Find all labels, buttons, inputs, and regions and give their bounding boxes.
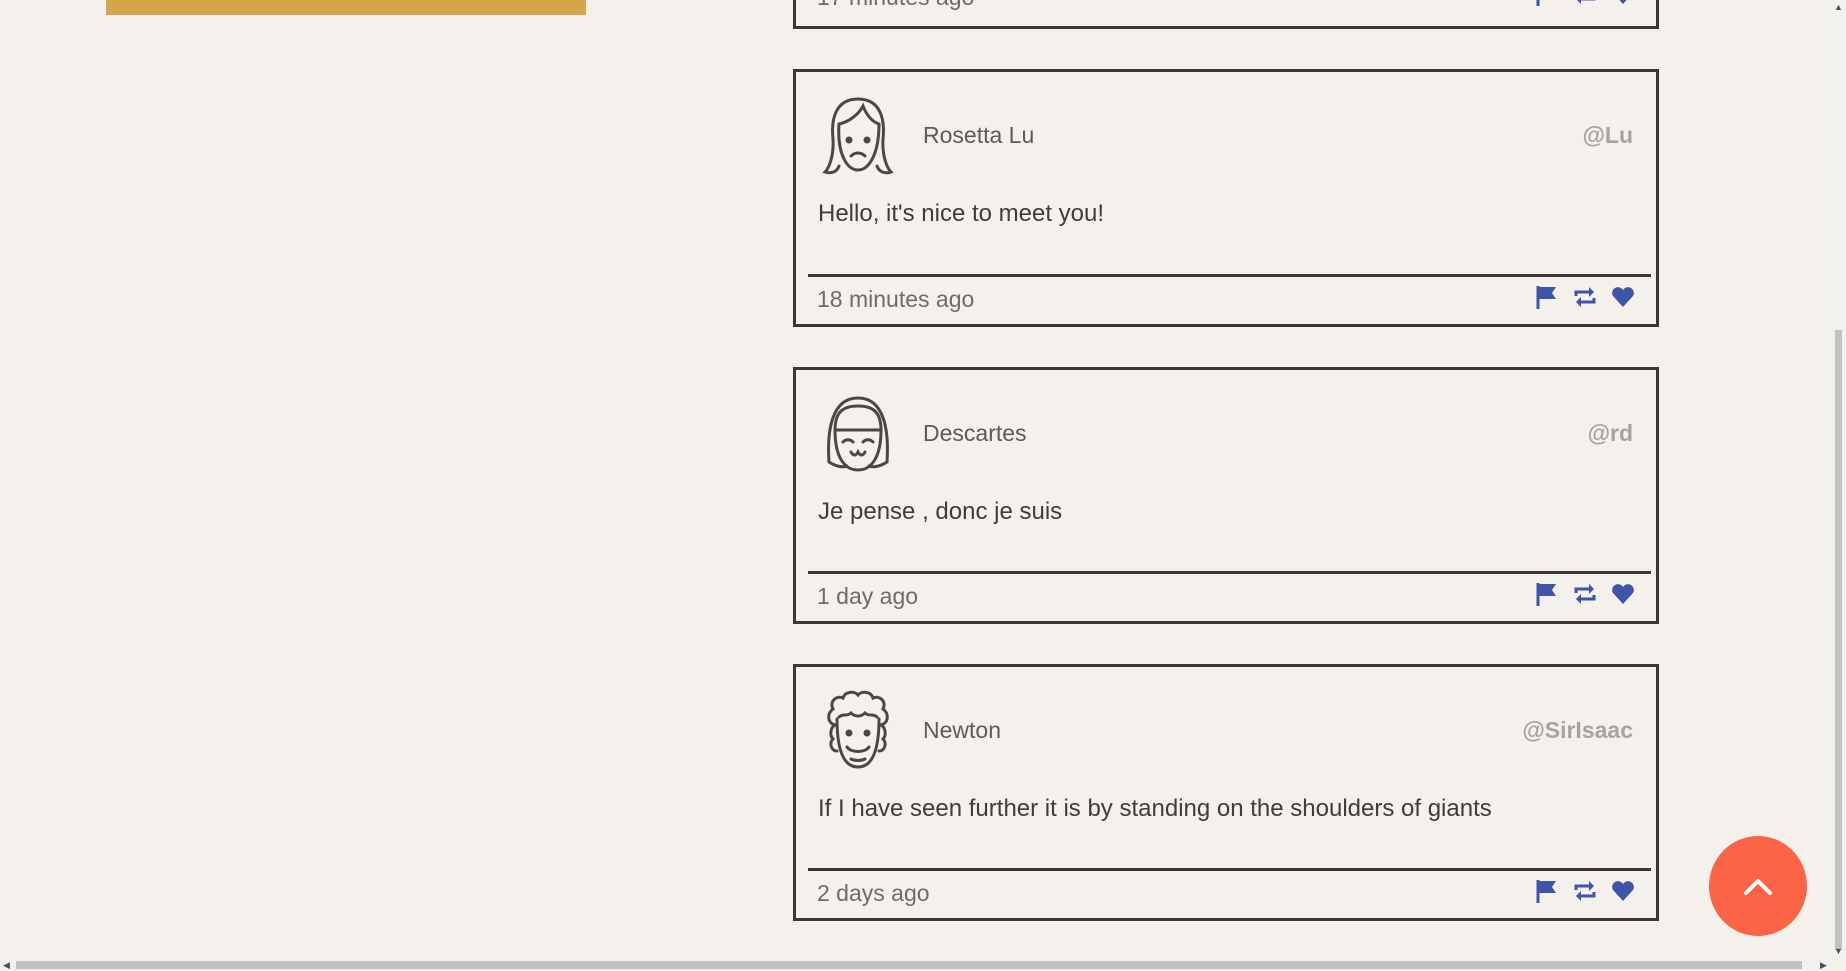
flag-icon[interactable] (1534, 0, 1560, 7)
user-name[interactable]: Rosetta Lu (923, 122, 1034, 149)
tweet-time: 17 minutes ago (817, 0, 974, 11)
tweet-card: Descartes @rd Je pense , donc je suis 1 … (793, 367, 1659, 624)
tweet-actions (1534, 284, 1636, 310)
tweet-header: Rosetta Lu @Lu (796, 72, 1656, 192)
scroll-left-arrow-icon[interactable]: ◀ (3, 960, 10, 970)
tweet-message: Je pense , donc je suis (818, 498, 1063, 525)
tweet-card: 17 minutes ago (793, 0, 1659, 29)
tweet-time: 2 days ago (817, 880, 930, 906)
horizontal-scrollbar[interactable]: ◀ ▶ (0, 958, 1831, 971)
scroll-right-arrow-icon[interactable]: ▶ (1820, 960, 1827, 970)
scroll-to-top-button[interactable] (1709, 836, 1807, 936)
heart-icon[interactable] (1610, 0, 1636, 7)
vertical-scroll-thumb[interactable] (1835, 330, 1842, 950)
scroll-up-arrow-icon[interactable]: ▲ (1834, 2, 1843, 12)
tweet-footer: 1 day ago (808, 571, 1651, 621)
retweet-icon[interactable] (1572, 0, 1598, 7)
tweet-message: Hello, it's nice to meet you! (818, 200, 1105, 227)
user-handle[interactable]: @Lu (1582, 122, 1633, 149)
user-handle[interactable]: @rd (1588, 420, 1633, 447)
horizontal-scroll-thumb[interactable] (16, 961, 1802, 969)
gold-banner (106, 0, 586, 15)
scroll-down-arrow-icon[interactable]: ▼ (1834, 946, 1843, 956)
tweet-time: 18 minutes ago (817, 286, 975, 312)
retweet-icon[interactable] (1572, 581, 1598, 607)
flag-icon[interactable] (1534, 581, 1560, 607)
tweet-card: Newton @SirIsaac If I have seen further … (793, 664, 1659, 921)
tweet-actions (1534, 581, 1636, 607)
user-handle[interactable]: @SirIsaac (1522, 717, 1633, 744)
retweet-icon[interactable] (1572, 284, 1598, 310)
flag-icon[interactable] (1534, 284, 1560, 310)
heart-icon[interactable] (1610, 581, 1636, 607)
tweet-actions (1534, 0, 1636, 7)
tweet-header: Descartes @rd (796, 370, 1656, 490)
heart-icon[interactable] (1610, 878, 1636, 904)
retweet-icon[interactable] (1572, 878, 1598, 904)
tweet-time: 1 day ago (817, 583, 919, 609)
user-name[interactable]: Descartes (923, 420, 1027, 447)
flag-icon[interactable] (1534, 878, 1560, 904)
curly-hair-avatar (821, 689, 895, 773)
tweet-header: Newton @SirIsaac (796, 667, 1656, 787)
vertical-scrollbar[interactable]: ▲ ▼ (1831, 0, 1846, 958)
tweet-message: If I have seen further it is by standing… (818, 795, 1492, 822)
tweet-actions (1534, 878, 1636, 904)
tweet-card: Rosetta Lu @Lu Hello, it's nice to meet … (793, 69, 1659, 327)
user-name[interactable]: Newton (923, 717, 1001, 744)
girl-bangs-avatar (821, 392, 895, 476)
heart-icon[interactable] (1610, 284, 1636, 310)
tweet-footer: 18 minutes ago (808, 274, 1651, 324)
tweet-footer: 2 days ago (808, 868, 1651, 918)
chevron-up-icon (1744, 879, 1772, 895)
tweet-footer: 17 minutes ago (808, 0, 1651, 26)
girl-sad-avatar (821, 94, 895, 178)
